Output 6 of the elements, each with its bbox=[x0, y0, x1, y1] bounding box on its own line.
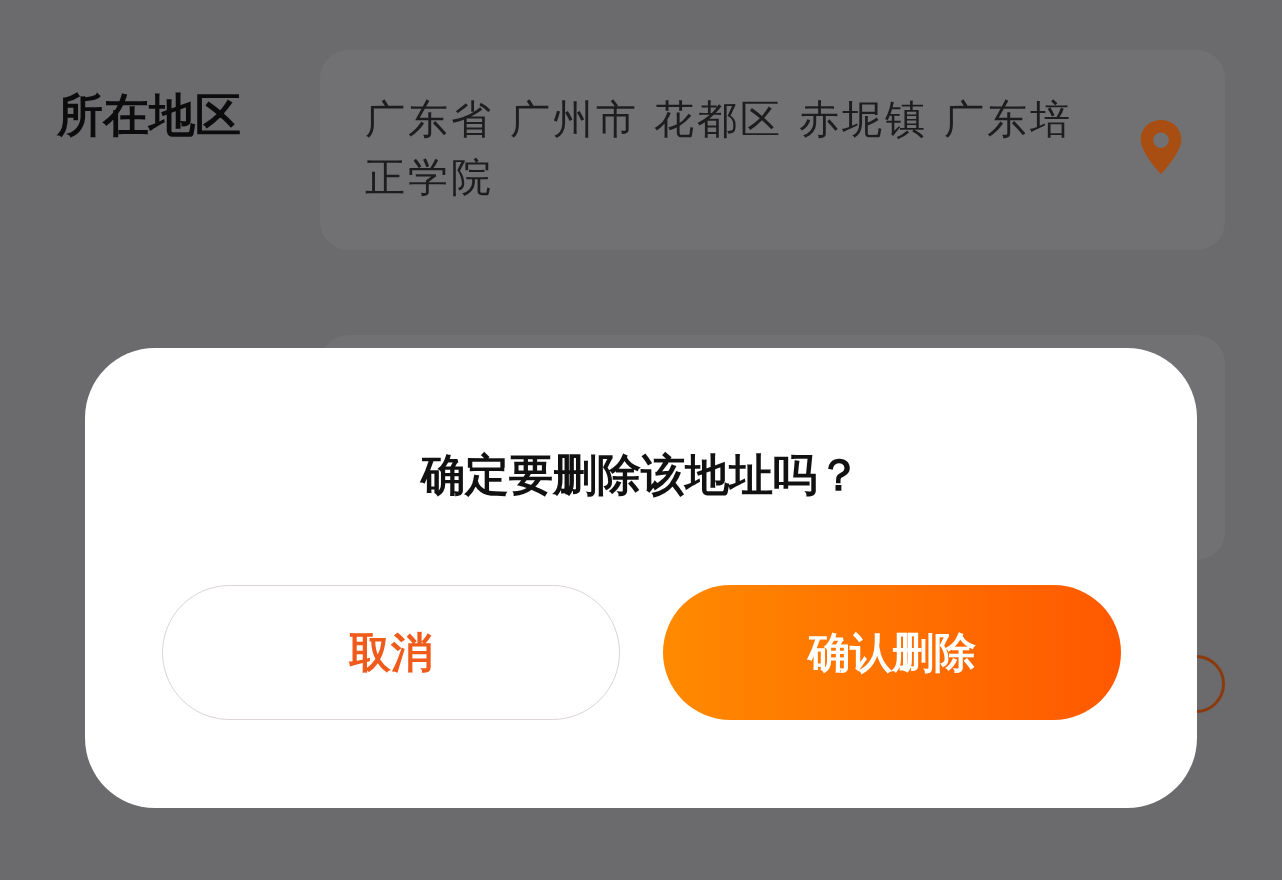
cancel-button[interactable]: 取消 bbox=[161, 585, 620, 720]
dialog-title: 确定要删除该地址吗？ bbox=[421, 448, 861, 502]
region-value: 广东省 广州市 花都区 赤坭镇 广东培正学院 bbox=[365, 95, 1074, 202]
field-label: 所在地区 bbox=[57, 87, 242, 138]
region-field[interactable]: 广东省 广州市 花都区 赤坭镇 广东培正学院 bbox=[320, 50, 1225, 250]
confirm-delete-button[interactable]: 确认删除 bbox=[662, 585, 1121, 720]
